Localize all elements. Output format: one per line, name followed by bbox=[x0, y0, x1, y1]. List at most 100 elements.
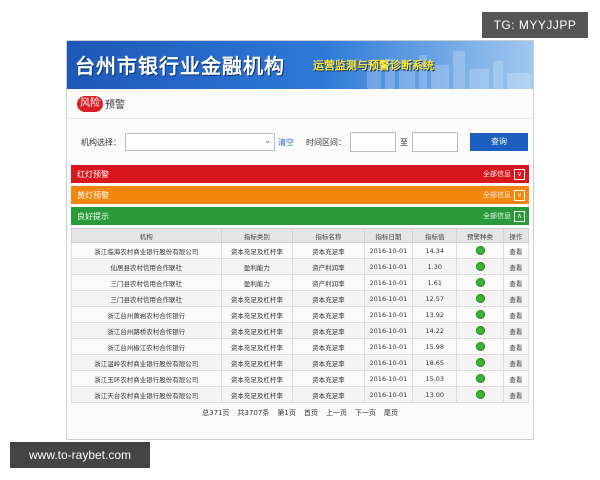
warning-type-cell bbox=[456, 370, 504, 387]
good-notice-more-label: 全部信息 bbox=[483, 212, 511, 220]
value-cell: 18.65 bbox=[412, 354, 458, 371]
view-link[interactable]: 查看 bbox=[502, 386, 530, 403]
risk-badge: 风险 bbox=[77, 95, 103, 112]
red-warning-bar[interactable]: 红灯预警 全部信息 ∨ bbox=[71, 165, 529, 183]
value-cell: 14.34 bbox=[412, 242, 458, 259]
indicator-cell: 资本充足率 bbox=[292, 338, 365, 355]
chevron-down-icon: ⌄ bbox=[264, 136, 271, 145]
view-link[interactable]: 查看 bbox=[502, 274, 530, 291]
col-header: 机构 bbox=[71, 228, 222, 243]
col-header: 操作 bbox=[502, 228, 530, 243]
col-header: 指标值 bbox=[412, 228, 458, 243]
view-link[interactable]: 查看 bbox=[502, 338, 530, 355]
indicator-cell: 资本充足率 bbox=[292, 242, 365, 259]
indicator-cell: 资产利润率 bbox=[292, 258, 365, 275]
view-link[interactable]: 查看 bbox=[502, 258, 530, 275]
clear-link[interactable]: 清空 bbox=[278, 137, 294, 148]
green-status-icon bbox=[475, 294, 485, 303]
view-link[interactable]: 查看 bbox=[502, 370, 530, 387]
org-cell: 浙江玉环农村商业银行股份有限公司 bbox=[71, 370, 222, 387]
green-status-icon bbox=[475, 326, 485, 335]
first-page-link[interactable]: 首页 bbox=[304, 408, 318, 418]
date-cell: 2016-10-01 bbox=[363, 242, 414, 259]
expand-icon[interactable]: ∨ bbox=[514, 168, 525, 180]
watermark: www.to-raybet.com bbox=[10, 442, 150, 468]
warning-type-cell bbox=[456, 274, 504, 291]
warning-type-cell bbox=[456, 354, 504, 371]
section-title: 预警 bbox=[105, 100, 125, 111]
org-cell: 仙居县农村信用合作联社 bbox=[71, 258, 222, 275]
value-cell: 15.03 bbox=[412, 370, 458, 387]
category-cell: 资本充足及杠杆率 bbox=[220, 242, 294, 259]
indicator-cell: 资本充足率 bbox=[292, 290, 365, 307]
org-cell: 浙江台州路桥农村合作银行 bbox=[71, 322, 222, 339]
table-body: 浙江临海农村商业银行股份有限公司 资本充足及杠杆率 资本充足率 2016-10-01 1… bbox=[71, 242, 530, 403]
org-select-label: 机构选择： bbox=[81, 137, 121, 147]
collapse-icon[interactable]: ∧ bbox=[514, 210, 525, 222]
query-button[interactable]: 查询 bbox=[470, 133, 528, 151]
to-label: 至 bbox=[400, 137, 408, 147]
expand-icon[interactable]: ∨ bbox=[514, 189, 525, 201]
view-link[interactable]: 查看 bbox=[502, 354, 530, 371]
yellow-warning-more-label: 全部信息 bbox=[483, 191, 511, 199]
org-select[interactable]: ⌄ bbox=[125, 133, 275, 151]
next-page-link[interactable]: 下一页 bbox=[355, 408, 376, 418]
date-cell: 2016-10-01 bbox=[363, 354, 414, 371]
col-header: 指标名称 bbox=[292, 228, 365, 243]
indicator-cell: 资本充足率 bbox=[292, 322, 365, 339]
view-link[interactable]: 查看 bbox=[502, 242, 530, 259]
green-status-icon bbox=[475, 374, 485, 383]
category-cell: 资本充足及杠杆率 bbox=[220, 386, 294, 403]
org-cell: 浙江温岭农村商业银行股份有限公司 bbox=[71, 354, 222, 371]
warning-type-cell bbox=[456, 306, 504, 323]
date-cell: 2016-10-01 bbox=[363, 338, 414, 355]
total-records: 共3707条 bbox=[237, 409, 270, 417]
banner-subtitle: 运营监测与预警诊断系统 bbox=[313, 59, 434, 72]
corner-tag: TG: MYYJJPP bbox=[482, 12, 588, 38]
date-cell: 2016-10-01 bbox=[363, 386, 414, 403]
green-status-icon bbox=[475, 342, 485, 351]
category-cell: 资本充足及杠杆率 bbox=[220, 338, 294, 355]
section-header: 风险 预警 bbox=[67, 89, 533, 119]
start-date-input[interactable] bbox=[350, 132, 396, 152]
view-link[interactable]: 查看 bbox=[502, 306, 530, 323]
end-date-input[interactable] bbox=[412, 132, 458, 152]
filter-bar: 机构选择： ⌄ 清空 时间区间： 至 查询 bbox=[67, 119, 533, 165]
time-range-label: 时间区间： bbox=[306, 137, 346, 147]
green-status-icon bbox=[475, 310, 485, 319]
warning-type-cell bbox=[456, 258, 504, 275]
table-row: 三门县农村信用合作联社 盈利能力 资产利润率 2016-10-01 1.61 查看 bbox=[71, 274, 530, 291]
col-header: 预警种类 bbox=[456, 228, 504, 243]
date-cell: 2016-10-01 bbox=[363, 322, 414, 339]
view-link[interactable]: 查看 bbox=[502, 322, 530, 339]
red-warning-more[interactable]: 全部信息 ∨ bbox=[483, 168, 525, 180]
indicator-table-wrap: 机构 指标类别 指标名称 指标日期 指标值 预警种类 操作 浙江临海农村商业银行… bbox=[71, 228, 530, 403]
good-notice-bar[interactable]: 良好提示 全部信息 ∧ bbox=[71, 207, 529, 225]
indicator-cell: 资本充足率 bbox=[292, 370, 365, 387]
table-row: 浙江台州路桥农村合作银行 资本充足及杠杆率 资本充足率 2016-10-01 14.22… bbox=[71, 322, 530, 339]
value-cell: 15.98 bbox=[412, 338, 458, 355]
yellow-warning-bar[interactable]: 黄灯预警 全部信息 ∨ bbox=[71, 186, 529, 204]
org-cell: 浙江天台农村商业银行股份有限公司 bbox=[71, 386, 222, 403]
warning-type-cell bbox=[456, 322, 504, 339]
prev-page-link[interactable]: 上一页 bbox=[326, 408, 347, 418]
table-row: 浙江台州黄岩农村合作银行 资本充足及杠杆率 资本充足率 2016-10-01 13.92… bbox=[71, 306, 530, 323]
category-cell: 盈利能力 bbox=[220, 258, 294, 275]
warning-type-cell bbox=[456, 290, 504, 307]
value-cell: 13.92 bbox=[412, 306, 458, 323]
table-row: 浙江玉环农村商业银行股份有限公司 资本充足及杠杆率 资本充足率 2016-10-01 1… bbox=[71, 370, 530, 387]
table-row: 浙江临海农村商业银行股份有限公司 资本充足及杠杆率 资本充足率 2016-10-01 1… bbox=[71, 242, 530, 259]
indicator-cell: 资本充足率 bbox=[292, 306, 365, 323]
date-cell: 2016-10-01 bbox=[363, 306, 414, 323]
indicator-cell: 资产利润率 bbox=[292, 274, 365, 291]
category-cell: 资本充足及杠杆率 bbox=[220, 370, 294, 387]
yellow-warning-more[interactable]: 全部信息 ∨ bbox=[483, 189, 525, 201]
warning-type-cell bbox=[456, 242, 504, 259]
app-banner: 台州市银行业金融机构 运营监测与预警诊断系统 bbox=[67, 41, 533, 89]
last-page-link[interactable]: 尾页 bbox=[384, 408, 398, 418]
table-row: 浙江天台农村商业银行股份有限公司 资本充足及杠杆率 资本充足率 2016-10-01 1… bbox=[71, 386, 530, 403]
total-pages: 总371页 bbox=[202, 409, 230, 417]
view-link[interactable]: 查看 bbox=[502, 290, 530, 307]
good-notice-more[interactable]: 全部信息 ∧ bbox=[483, 210, 525, 222]
app-window: 台州市银行业金融机构 运营监测与预警诊断系统 风险 预警 机构选择： ⌄ 清空 … bbox=[66, 40, 534, 440]
